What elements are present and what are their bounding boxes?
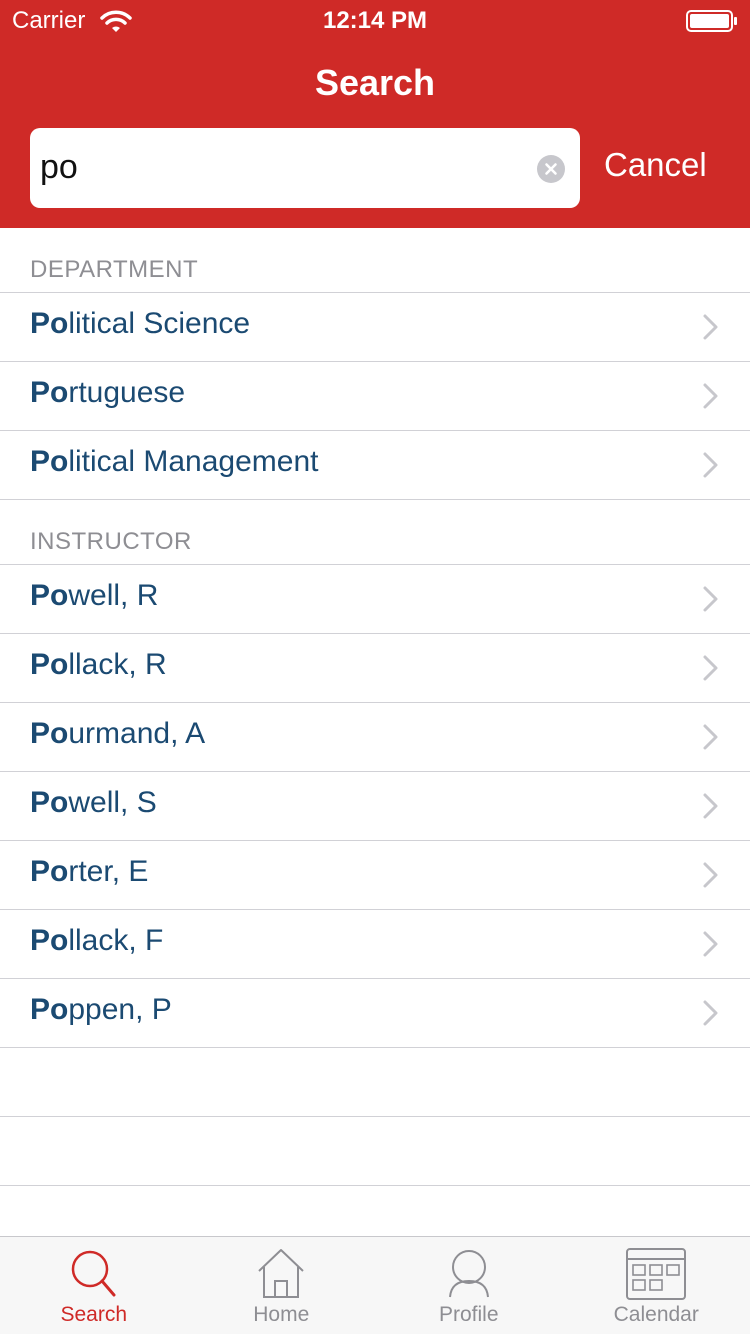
tab-search[interactable]: Search: [0, 1237, 188, 1334]
list-item[interactable]: Powell, R: [0, 565, 750, 633]
status-time: 12:14 PM: [322, 7, 428, 34]
list-item[interactable]: Pollack, R: [0, 634, 750, 702]
list-item-label: Pollack, F: [30, 924, 164, 957]
list-item-label: Pourmand, A: [30, 717, 206, 750]
list-item-label: Poppen, P: [30, 993, 172, 1026]
list-item[interactable]: Political Science: [0, 293, 750, 361]
list-item[interactable]: Poppen, P: [0, 979, 750, 1047]
tab-bar: Search Home Profile Calendar: [0, 1236, 750, 1334]
search-icon: [71, 1250, 116, 1297]
chevron-right-icon: [703, 793, 718, 819]
list-item-label: Pollack, R: [30, 648, 167, 681]
list-item[interactable]: Pourmand, A: [0, 703, 750, 771]
tab-profile-label: Profile: [438, 1303, 499, 1326]
chevron-right-icon: [703, 383, 718, 409]
list-item[interactable]: Portuguese: [0, 362, 750, 430]
chevron-right-icon: [703, 724, 718, 750]
chevron-right-icon: [703, 586, 718, 612]
list-item[interactable]: Pollack, F: [0, 910, 750, 978]
calendar-icon: [626, 1248, 687, 1300]
status-bar: Carrier 12:14 PM: [0, 0, 750, 40]
tab-calendar-label: Calendar: [613, 1303, 699, 1326]
search-input[interactable]: po: [30, 128, 580, 208]
list-item[interactable]: Political Management: [0, 431, 750, 499]
cancel-button[interactable]: Cancel: [604, 146, 707, 184]
list-item[interactable]: Powell, S: [0, 772, 750, 840]
chevron-right-icon: [703, 314, 718, 340]
divider: [0, 1116, 750, 1117]
page-title: Search: [314, 62, 436, 103]
divider: [0, 1047, 750, 1048]
tab-search-label: Search: [60, 1303, 128, 1326]
list-item-label: Portuguese: [30, 376, 186, 409]
section-header-department: DEPARTMENT: [30, 256, 199, 283]
list-item[interactable]: Porter, E: [0, 841, 750, 909]
battery-icon: [686, 10, 737, 32]
list-item-label: Powell, S: [30, 786, 157, 819]
chevron-right-icon: [703, 655, 718, 681]
divider: [0, 499, 750, 500]
profile-icon: [448, 1250, 489, 1298]
clear-search-icon[interactable]: [537, 155, 565, 183]
chevron-right-icon: [703, 931, 718, 957]
tab-profile[interactable]: Profile: [375, 1237, 563, 1334]
list-item-label: Powell, R: [30, 579, 159, 612]
list-item-label: Political Science: [30, 307, 251, 340]
list-item-label: Political Management: [30, 445, 319, 478]
tab-home[interactable]: Home: [188, 1237, 376, 1334]
chevron-right-icon: [703, 1000, 718, 1026]
chevron-right-icon: [703, 862, 718, 888]
tab-calendar[interactable]: Calendar: [563, 1237, 750, 1334]
header: Carrier 12:14 PM Search po Cancel: [0, 0, 750, 228]
home-icon: [258, 1249, 304, 1298]
chevron-right-icon: [703, 452, 718, 478]
divider: [0, 1185, 750, 1186]
tab-home-label: Home: [253, 1303, 310, 1326]
search-input-value[interactable]: po: [40, 148, 78, 187]
section-header-instructor: INSTRUCTOR: [30, 528, 192, 555]
list-item-label: Porter, E: [30, 855, 149, 888]
